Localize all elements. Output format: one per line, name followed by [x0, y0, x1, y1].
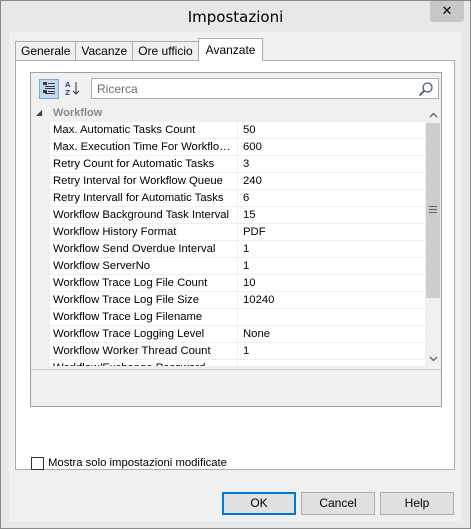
- property-row[interactable]: Workflow Worker Thread Count 1: [31, 343, 425, 360]
- property-value[interactable]: None: [238, 326, 425, 343]
- tab-ore-ufficio[interactable]: Ore ufficio: [132, 41, 199, 61]
- help-button[interactable]: Help: [380, 492, 454, 515]
- property-value[interactable]: 600: [238, 139, 425, 156]
- property-value[interactable]: [238, 360, 425, 366]
- property-row[interactable]: Workflow Trace Logging Level None: [31, 326, 425, 343]
- property-value[interactable]: 10: [238, 275, 425, 292]
- property-name[interactable]: Workflow Trace Log File Count: [50, 275, 238, 292]
- property-row[interactable]: Workflow Send Overdue Interval 1: [31, 241, 425, 258]
- property-value[interactable]: 1: [238, 343, 425, 360]
- sort-alphabetical-icon: A Z: [65, 80, 81, 99]
- tab-panel-avanzate: A Z Ricerca ◢ Workflow Max. Automatic Ta…: [15, 60, 455, 470]
- property-row[interactable]: Retry Interval for Workflow Queue 240: [31, 173, 425, 190]
- svg-text:A: A: [65, 81, 71, 89]
- property-name[interactable]: Workflow History Format: [50, 224, 238, 241]
- categorized-view-button[interactable]: [39, 79, 59, 99]
- tab-strip: Generale Vacanze Ore ufficio Avanzate: [15, 38, 264, 61]
- property-row[interactable]: Max. Execution Time For Workflow ... 600: [31, 139, 425, 156]
- ok-button[interactable]: OK: [222, 492, 296, 515]
- cancel-button[interactable]: Cancel: [301, 492, 375, 515]
- property-name[interactable]: Workflow Send Overdue Interval: [50, 241, 238, 258]
- collapse-caret-icon[interactable]: ◢: [36, 108, 42, 117]
- property-grid-toolbar: A Z: [31, 73, 441, 103]
- property-row[interactable]: Workflow Trace Log File Count 10: [31, 275, 425, 292]
- property-row[interactable]: Retry Intervall for Automatic Tasks 6: [31, 190, 425, 207]
- property-row[interactable]: Workflow Trace Log File Size 10240: [31, 292, 425, 309]
- tab-avanzate[interactable]: Avanzate: [197, 38, 264, 61]
- close-icon: ✕: [441, 4, 453, 19]
- property-name[interactable]: Workflow ServerNo: [50, 258, 238, 275]
- property-grid: A Z Ricerca ◢ Workflow Max. Automatic Ta…: [30, 72, 442, 407]
- property-name[interactable]: Retry Interval for Workflow Queue: [50, 173, 238, 190]
- title-bar[interactable]: Impostazioni ✕: [1, 1, 470, 32]
- property-row[interactable]: Workflow Trace Log Filename: [31, 309, 425, 326]
- property-value[interactable]: 240: [238, 173, 425, 190]
- property-name[interactable]: Max. Automatic Tasks Count: [50, 122, 238, 139]
- property-name[interactable]: Workflow Trace Logging Level: [50, 326, 238, 343]
- category-label: Workflow: [53, 107, 103, 119]
- show-modified-only-option[interactable]: Mostra solo impostazioni modificate: [31, 456, 227, 470]
- dialog-client-area: Generale Vacanze Ore ufficio Avanzate A …: [9, 32, 462, 521]
- chevron-up-icon: [429, 107, 438, 121]
- dialog-title: Impostazioni: [187, 8, 284, 26]
- property-value[interactable]: 1: [238, 241, 425, 258]
- property-row[interactable]: Workflow ServerNo 1: [31, 258, 425, 275]
- property-value[interactable]: 1: [238, 258, 425, 275]
- property-name[interactable]: Retry Count for Automatic Tasks: [50, 156, 238, 173]
- property-name[interactable]: Workflow Worker Thread Count: [50, 343, 238, 360]
- property-row[interactable]: Workflow Background Task Interval 15: [31, 207, 425, 224]
- property-value[interactable]: 10240: [238, 292, 425, 309]
- search-icon[interactable]: [418, 81, 434, 97]
- scroll-grip-icon: [429, 206, 437, 215]
- vertical-scrollbar[interactable]: [425, 106, 441, 366]
- chevron-down-icon: [429, 351, 438, 365]
- property-name[interactable]: Workflow Trace Log File Size: [50, 292, 238, 309]
- property-value[interactable]: 6: [238, 190, 425, 207]
- property-list: ◢ Workflow Max. Automatic Tasks Count 50 M…: [31, 106, 441, 366]
- settings-dialog: Impostazioni ✕ Generale Vacanze Ore uffici…: [0, 0, 471, 529]
- scroll-thumb[interactable]: [426, 123, 440, 298]
- show-modified-only-checkbox[interactable]: [31, 456, 44, 470]
- category-row-workflow[interactable]: ◢ Workflow: [31, 106, 425, 122]
- alphabetical-sort-button[interactable]: A Z: [63, 79, 83, 99]
- search-input[interactable]: [92, 79, 412, 98]
- scroll-down-button[interactable]: [425, 350, 441, 366]
- property-value[interactable]: [238, 309, 425, 326]
- description-pane: [31, 369, 441, 406]
- property-name[interactable]: Workflow Background Task Interval: [50, 207, 238, 224]
- property-value[interactable]: PDF: [238, 224, 425, 241]
- property-name[interactable]: Max. Execution Time For Workflow ...: [50, 139, 238, 156]
- property-value[interactable]: 15: [238, 207, 425, 224]
- property-value[interactable]: 50: [238, 122, 425, 139]
- property-value[interactable]: 3: [238, 156, 425, 173]
- close-button[interactable]: ✕: [430, 1, 464, 22]
- scroll-up-button[interactable]: [425, 106, 441, 122]
- property-row[interactable]: Max. Automatic Tasks Count 50: [31, 122, 425, 139]
- show-modified-only-label: Mostra solo impostazioni modificate: [48, 457, 227, 469]
- tab-generale[interactable]: Generale: [15, 41, 77, 61]
- search-box[interactable]: [91, 78, 439, 99]
- tab-vacanze[interactable]: Vacanze: [75, 41, 134, 61]
- property-name[interactable]: Workflow Trace Log Filename: [50, 309, 238, 326]
- svg-text:Z: Z: [65, 89, 70, 96]
- property-name[interactable]: Workflow/Exchange Password: [50, 360, 238, 366]
- property-row[interactable]: Workflow/Exchange Password: [31, 360, 425, 366]
- property-row[interactable]: Workflow History Format PDF: [31, 224, 425, 241]
- property-row[interactable]: Retry Count for Automatic Tasks 3: [31, 156, 425, 173]
- property-name[interactable]: Retry Intervall for Automatic Tasks: [50, 190, 238, 207]
- categorized-view-icon: [42, 81, 56, 98]
